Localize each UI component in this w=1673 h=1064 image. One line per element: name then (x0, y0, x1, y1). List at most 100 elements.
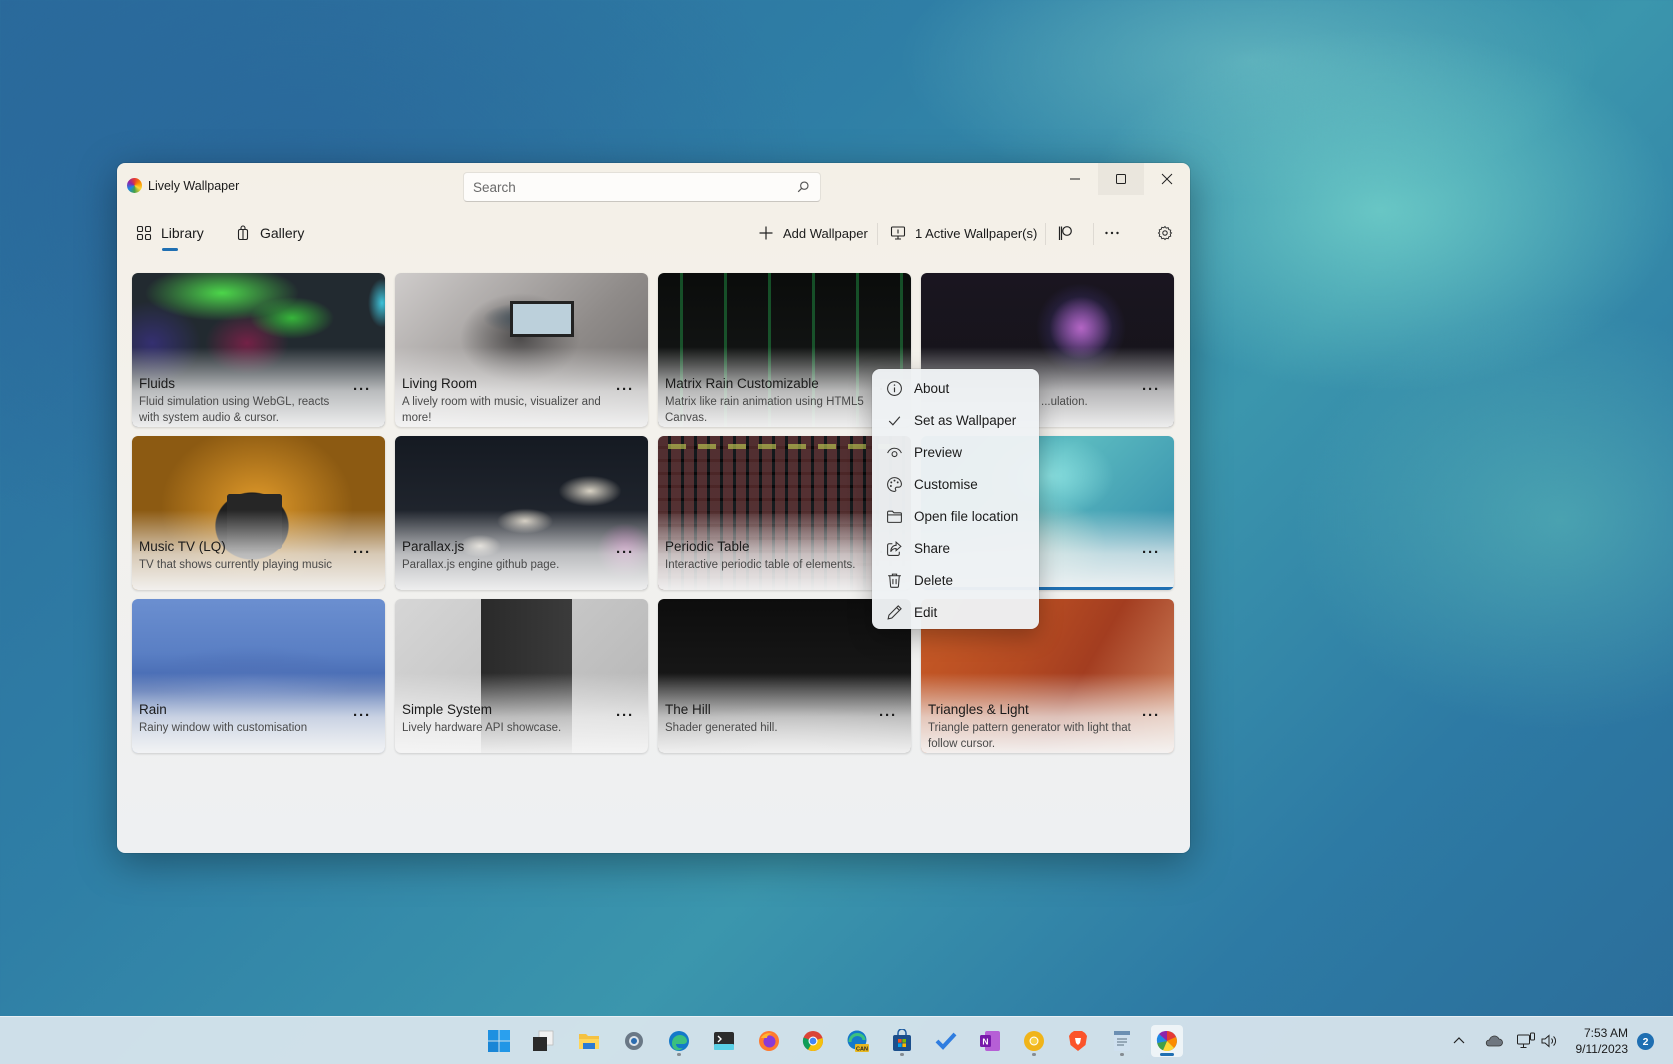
search-icon[interactable] (796, 180, 810, 194)
wallpaper-title: Triangles & Light (928, 702, 1029, 717)
taskbar-task-view[interactable] (527, 1025, 559, 1057)
taskbar-todo[interactable] (930, 1025, 962, 1057)
add-wallpaper-label: Add Wallpaper (783, 225, 868, 241)
search-input[interactable] (473, 178, 783, 196)
wallpaper-description: Lively hardware API showcase. (402, 722, 562, 734)
taskbar-start-button[interactable] (483, 1025, 515, 1057)
taskbar-clock[interactable]: 7:53 AM 9/11/2023 (1572, 1025, 1629, 1057)
wallpaper-title: Matrix Rain Customizable (665, 376, 819, 391)
taskbar-store[interactable] (886, 1025, 918, 1057)
menu-item-open-file-location[interactable]: Open file location (872, 500, 1039, 532)
svg-text:N: N (982, 1037, 988, 1047)
title-bar[interactable]: Lively Wallpaper (117, 163, 1190, 209)
running-indicator (1160, 1053, 1174, 1056)
wallpaper-card[interactable]: Music TV (LQ) TV that shows currently pl… (132, 436, 385, 590)
taskbar-settings[interactable] (618, 1025, 650, 1057)
wallpaper-description: Rainy window with customisation (139, 722, 308, 734)
chevron-up-icon (1453, 1037, 1465, 1044)
share-icon (887, 540, 902, 556)
more-options-icon[interactable]: ··· (616, 545, 634, 560)
wallpaper-description: Triangle pattern generator with light th… (928, 722, 1131, 750)
wallpaper-title: Periodic Table (665, 539, 750, 554)
trash-icon (888, 573, 901, 588)
onedrive-tray-icon[interactable] (1484, 1017, 1504, 1064)
add-wallpaper-button[interactable]: Add Wallpaper (758, 219, 868, 247)
more-options-icon[interactable]: ··· (879, 708, 897, 723)
maximize-button[interactable] (1098, 163, 1144, 195)
search-box[interactable] (463, 172, 821, 202)
windows-start-icon (488, 1030, 510, 1052)
volume-tray-icon[interactable] (1540, 1017, 1558, 1064)
more-options-icon[interactable]: ··· (353, 708, 371, 723)
menu-item-set-as-wallpaper[interactable]: Set as Wallpaper (872, 404, 1039, 436)
nav-bar: Library Gallery Add Wallpaper 1 Active W… (117, 209, 1190, 257)
settings-button[interactable] (1157, 219, 1173, 247)
tab-gallery[interactable]: Gallery (235, 219, 304, 247)
taskbar: CAN N 7:53 AM 9/11/2023 2 (0, 1016, 1673, 1064)
taskbar-brave[interactable] (1062, 1025, 1094, 1057)
menu-item-about[interactable]: About (872, 372, 1039, 404)
taskbar-firefox[interactable] (753, 1025, 785, 1057)
wallpaper-description: Fluid simulation using WebGL, reacts wit… (139, 396, 330, 424)
monitor-icon (890, 226, 906, 240)
menu-item-customise[interactable]: Customise (872, 468, 1039, 500)
flag-icon (1058, 226, 1072, 240)
close-icon (1161, 173, 1173, 185)
svg-text:CAN: CAN (856, 1047, 868, 1053)
taskbar-terminal[interactable] (708, 1025, 740, 1057)
more-options-icon[interactable]: ··· (353, 382, 371, 397)
taskbar-notepad[interactable] (1106, 1025, 1138, 1057)
lively-logo-icon (127, 178, 142, 193)
show-hidden-icons-button[interactable] (1452, 1017, 1466, 1064)
wallpaper-card[interactable]: Simple System Lively hardware API showca… (395, 599, 648, 753)
plus-icon (759, 226, 773, 240)
wallpaper-card[interactable]: Parallax.js Parallax.js engine github pa… (395, 436, 648, 590)
todo-icon (935, 1032, 957, 1050)
minimize-button[interactable] (1052, 163, 1098, 195)
more-options-icon[interactable]: ··· (616, 382, 634, 397)
tab-library[interactable]: Library (136, 219, 204, 247)
checkmark-icon (888, 415, 901, 426)
menu-item-edit[interactable]: Edit (872, 596, 1039, 628)
taskbar-edge[interactable] (663, 1025, 695, 1057)
network-tray-icon[interactable] (1516, 1017, 1536, 1064)
gear-icon (1157, 225, 1173, 241)
menu-item-delete[interactable]: Delete (872, 564, 1039, 596)
close-button[interactable] (1144, 163, 1190, 195)
wallpaper-card[interactable]: Fluids Fluid simulation using WebGL, rea… (132, 273, 385, 427)
control-panel-button[interactable] (1057, 219, 1073, 247)
notepad-icon (1114, 1031, 1130, 1051)
wallpaper-description: Interactive periodic table of elements. (665, 559, 856, 571)
notification-badge[interactable]: 2 (1637, 1033, 1654, 1050)
taskbar-chrome[interactable] (797, 1025, 829, 1057)
more-options-icon[interactable]: ··· (1142, 382, 1160, 397)
shopping-bag-icon (237, 225, 249, 241)
menu-item-label: Open file location (914, 508, 1019, 524)
wallpaper-card[interactable]: Rain Rainy window with customisation ··· (132, 599, 385, 753)
more-options-icon[interactable]: ··· (1142, 545, 1160, 560)
taskbar-onenote[interactable]: N (974, 1025, 1006, 1057)
menu-item-label: Share (914, 540, 951, 556)
wallpaper-context-menu: About Set as Wallpaper Preview Customise… (872, 369, 1039, 629)
taskbar-lively-wallpaper[interactable] (1151, 1025, 1183, 1057)
menu-item-preview[interactable]: Preview (872, 436, 1039, 468)
more-options-button[interactable] (1104, 219, 1120, 247)
taskbar-chrome-canary[interactable] (1018, 1025, 1050, 1057)
wallpaper-title: Rain (139, 702, 167, 717)
palette-icon (887, 476, 902, 492)
more-options-icon[interactable]: ··· (616, 708, 634, 723)
store-icon (893, 1029, 911, 1051)
taskbar-file-explorer[interactable] (573, 1025, 605, 1057)
menu-item-share[interactable]: Share (872, 532, 1039, 564)
menu-item-label: Preview (914, 444, 963, 460)
app-title: Lively Wallpaper (148, 179, 240, 193)
taskbar-edge-canary[interactable]: CAN (842, 1025, 874, 1057)
more-options-icon[interactable]: ··· (353, 545, 371, 560)
settings-icon (625, 1032, 643, 1050)
selected-tab-indicator (162, 248, 178, 251)
menu-item-label: About (914, 380, 950, 396)
more-options-icon[interactable]: ··· (1142, 708, 1160, 723)
menu-item-label: Delete (914, 572, 954, 588)
active-wallpapers-button[interactable]: 1 Active Wallpaper(s) (890, 219, 1037, 247)
wallpaper-card[interactable]: Living Room A lively room with music, vi… (395, 273, 648, 427)
